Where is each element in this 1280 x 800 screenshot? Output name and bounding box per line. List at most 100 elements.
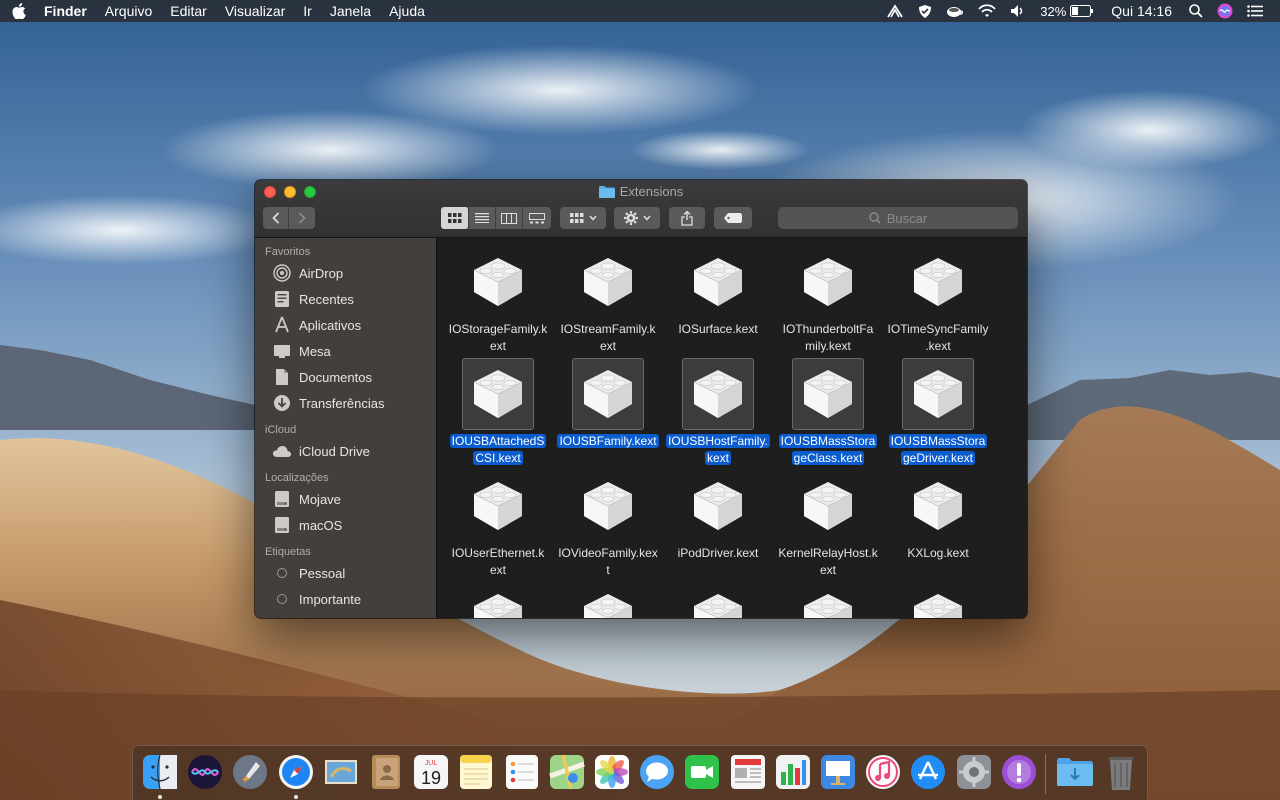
menu-app-finder[interactable]: Finder bbox=[38, 0, 96, 22]
dock-news-icon[interactable] bbox=[728, 752, 768, 792]
menu-arquivo[interactable]: Arquivo bbox=[96, 0, 161, 22]
share-button[interactable] bbox=[669, 207, 705, 229]
menu-ir[interactable]: Ir bbox=[294, 0, 321, 22]
menu-visualizar[interactable]: Visualizar bbox=[216, 0, 294, 22]
edit-tags-button[interactable] bbox=[714, 207, 752, 229]
dock-photos-icon[interactable] bbox=[592, 752, 632, 792]
sidebar-item-label: Mojave bbox=[299, 491, 341, 507]
dock-finder-icon[interactable] bbox=[140, 752, 180, 792]
kext-bundle-icon bbox=[792, 582, 864, 618]
battery-status[interactable]: 32% bbox=[1033, 0, 1101, 22]
back-button[interactable] bbox=[263, 207, 289, 229]
kext-bundle-icon bbox=[792, 470, 864, 542]
wifi-icon[interactable] bbox=[971, 0, 1003, 22]
notification-center-icon[interactable] bbox=[1240, 0, 1270, 22]
chevron-down-icon bbox=[642, 215, 651, 221]
file-item-partial[interactable] bbox=[663, 582, 773, 618]
action-menu-button[interactable] bbox=[614, 207, 660, 229]
kext-bundle-icon bbox=[462, 358, 534, 430]
sidebar-item-icloud-drive[interactable]: iCloud Drive bbox=[255, 438, 436, 464]
kext-bundle-icon bbox=[572, 246, 644, 318]
file-item[interactable]: IOUSBFamily.kext bbox=[553, 358, 663, 450]
dock-reminders-icon[interactable] bbox=[502, 752, 542, 792]
list-view-button[interactable] bbox=[469, 207, 496, 229]
airplay-icon[interactable] bbox=[879, 0, 911, 22]
sidebar-item-recentes[interactable]: Recentes bbox=[255, 286, 436, 312]
group-by-button[interactable] bbox=[560, 207, 606, 229]
recents-icon bbox=[272, 289, 292, 309]
sidebar-item-mesa[interactable]: Mesa bbox=[255, 338, 436, 364]
sidebar-item-documentos[interactable]: Documentos bbox=[255, 364, 436, 390]
file-item[interactable]: IOUSBAttachedS CSI.kext bbox=[443, 358, 553, 467]
sidebar-item-label: AirDrop bbox=[299, 265, 344, 281]
file-item[interactable]: IOStreamFamily.k ext bbox=[553, 246, 663, 355]
file-icon-grid: IOStorageFamily.k ext IOStreamFamily.k ext I… bbox=[438, 238, 1027, 618]
file-item[interactable]: IOUSBMassStora geDriver.kext bbox=[883, 358, 993, 467]
file-item[interactable]: KernelRelayHost.k ext bbox=[773, 470, 883, 579]
coffee-icon[interactable] bbox=[939, 0, 971, 22]
dock-app-store-icon[interactable] bbox=[908, 752, 948, 792]
sidebar-item-mojave[interactable]: Mojave bbox=[255, 486, 436, 512]
file-item[interactable]: IOUserEthernet.k ext bbox=[443, 470, 553, 579]
dock-launchpad-icon[interactable] bbox=[230, 752, 270, 792]
dock-mail-icon[interactable] bbox=[321, 752, 361, 792]
kext-bundle-icon bbox=[462, 246, 534, 318]
gallery-view-button[interactable] bbox=[523, 207, 551, 229]
dock-feedback-assistant-icon[interactable] bbox=[999, 752, 1039, 792]
clock[interactable]: Qui 14:16 bbox=[1101, 0, 1182, 22]
sidebar-item-aplicativos[interactable]: Aplicativos bbox=[255, 312, 436, 338]
kext-bundle-icon bbox=[572, 582, 644, 618]
file-item[interactable]: IOUSBHostFamily. kext bbox=[663, 358, 773, 467]
dock-numbers-icon[interactable] bbox=[773, 752, 813, 792]
desktop-icon bbox=[272, 341, 292, 361]
dock-maps-icon[interactable] bbox=[547, 752, 587, 792]
file-item-partial[interactable] bbox=[883, 582, 993, 618]
file-item-partial[interactable] bbox=[443, 582, 553, 618]
spotlight-search-icon[interactable] bbox=[1182, 0, 1210, 22]
file-item[interactable]: IOUSBMassStora geClass.kext bbox=[773, 358, 883, 467]
sidebar-item-airdrop[interactable]: AirDrop bbox=[255, 260, 436, 286]
share-icon bbox=[681, 210, 693, 226]
shield-icon[interactable] bbox=[911, 0, 939, 22]
dock-facetime-icon[interactable] bbox=[682, 752, 722, 792]
file-item-partial[interactable] bbox=[553, 582, 663, 618]
file-item[interactable]: IOStorageFamily.k ext bbox=[443, 246, 553, 355]
volume-icon[interactable] bbox=[1003, 0, 1033, 22]
dock-contacts-icon[interactable] bbox=[366, 752, 406, 792]
dock-safari-icon[interactable] bbox=[276, 752, 316, 792]
file-item[interactable]: IOSurface.kext bbox=[663, 246, 773, 338]
dock-notes-icon[interactable] bbox=[456, 752, 496, 792]
dock-calendar-icon[interactable]: JUL 19 bbox=[411, 752, 451, 792]
file-item[interactable]: KXLog.kext bbox=[883, 470, 993, 562]
applications-icon bbox=[272, 315, 292, 335]
file-name-label: KernelRelayHost.k ext bbox=[778, 546, 878, 577]
apple-menu-icon[interactable] bbox=[0, 0, 38, 22]
file-item[interactable]: IOVideoFamily.kex t bbox=[553, 470, 663, 579]
dock-siri-icon[interactable] bbox=[185, 752, 225, 792]
menu-editar[interactable]: Editar bbox=[161, 0, 216, 22]
menu-ajuda[interactable]: Ajuda bbox=[380, 0, 434, 22]
search-field[interactable]: Buscar bbox=[778, 207, 1018, 229]
menu-janela[interactable]: Janela bbox=[321, 0, 380, 22]
file-item[interactable]: iPodDriver.kext bbox=[663, 470, 773, 562]
file-item[interactable]: IOThunderboltFa mily.kext bbox=[773, 246, 883, 355]
dock-trash-icon[interactable] bbox=[1101, 752, 1141, 792]
file-name-label: IOThunderboltFa mily.kext bbox=[782, 322, 874, 353]
sidebar-item-importante[interactable]: Importante bbox=[255, 586, 436, 612]
file-item-partial[interactable] bbox=[773, 582, 883, 618]
dock-system-preferences-icon[interactable] bbox=[954, 752, 994, 792]
window-title: Extensions bbox=[255, 184, 1027, 199]
dock-downloads-stack-icon[interactable] bbox=[1055, 752, 1095, 792]
dock-itunes-icon[interactable] bbox=[863, 752, 903, 792]
siri-icon[interactable] bbox=[1210, 0, 1240, 22]
dock-keynote-icon[interactable] bbox=[818, 752, 858, 792]
sidebar-item-macos[interactable]: macOS bbox=[255, 512, 436, 538]
sidebar-item-transfer-ncias[interactable]: Transferências bbox=[255, 390, 436, 416]
file-item[interactable]: IOTimeSyncFamily .kext bbox=[883, 246, 993, 355]
dock-messages-icon[interactable] bbox=[637, 752, 677, 792]
sidebar-item-label: Aplicativos bbox=[299, 317, 362, 333]
column-view-button[interactable] bbox=[496, 207, 523, 229]
icon-view-button[interactable] bbox=[441, 207, 469, 229]
forward-button[interactable] bbox=[289, 207, 315, 229]
sidebar-item-pessoal[interactable]: Pessoal bbox=[255, 560, 436, 586]
